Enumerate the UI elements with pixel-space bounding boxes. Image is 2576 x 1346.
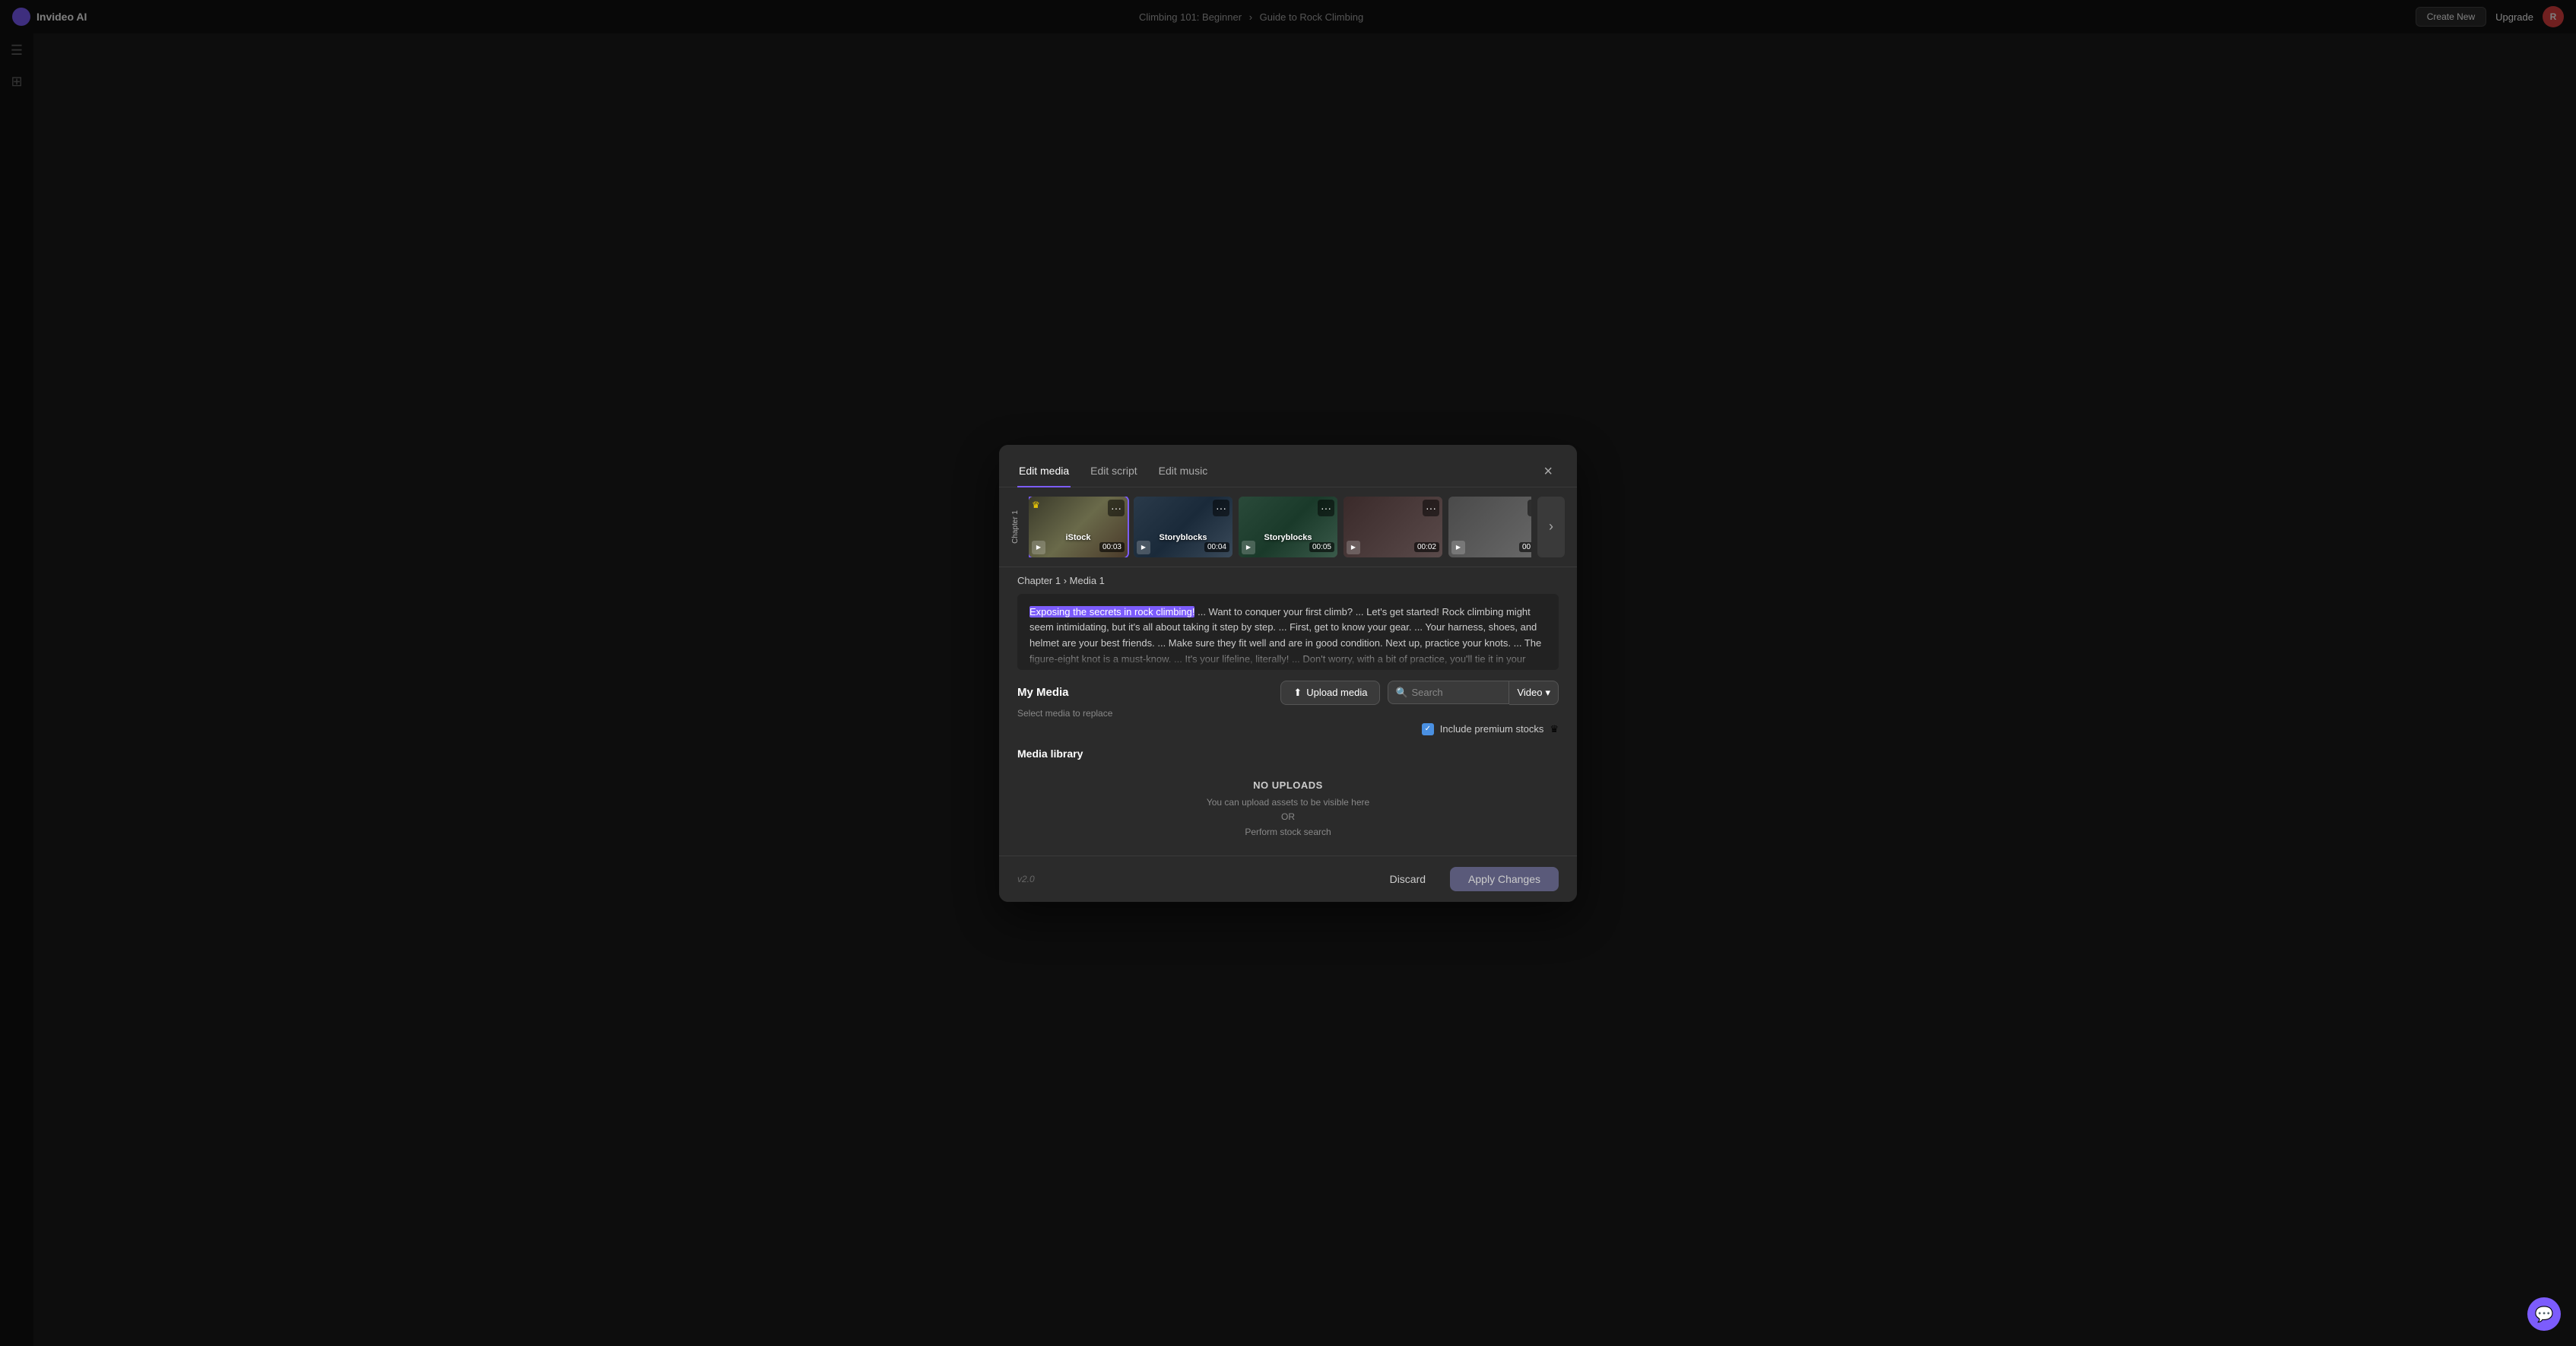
video-duration-3: 00:05 — [1309, 542, 1334, 552]
play-btn-3[interactable]: ▶ — [1242, 541, 1255, 554]
video-bottom-5: ▶ 00:03 — [1451, 541, 1531, 554]
video-thumb-1[interactable]: ♛ ··· iStock ▶ 00:03 — [1029, 497, 1128, 557]
video-thumb-overlay-1: ♛ ··· iStock ▶ 00:03 — [1029, 497, 1128, 557]
apply-changes-button[interactable]: Apply Changes — [1450, 867, 1559, 891]
tab-edit-music[interactable]: Edit music — [1157, 457, 1210, 487]
upload-label: Upload media — [1306, 687, 1367, 698]
chevron-down-icon: ▾ — [1545, 687, 1550, 699]
video-strip: ♛ ··· iStock ▶ 00:03 — [1029, 497, 1531, 557]
video-thumb-overlay-4: ··· ▶ 00:02 — [1344, 497, 1442, 557]
play-btn-5[interactable]: ▶ — [1451, 541, 1465, 554]
media-breadcrumb: Chapter 1 › Media 1 — [999, 567, 1577, 594]
my-media-subtitle: Select media to replace — [999, 708, 1577, 719]
video-bottom-4: ▶ 00:02 — [1347, 541, 1439, 554]
crown-icon-1: ♛ — [1032, 500, 1040, 510]
play-btn-2[interactable]: ▶ — [1137, 541, 1150, 554]
video-duration-2: 00:04 — [1204, 542, 1229, 552]
version-label: v2.0 — [1017, 874, 1035, 884]
upload-icon: ⬆ — [1293, 687, 1302, 699]
media-actions: ⬆ Upload media 🔍 Video ▾ — [1280, 681, 1559, 705]
discard-button[interactable]: Discard — [1375, 867, 1441, 891]
play-btn-1[interactable]: ▶ — [1032, 541, 1045, 554]
modal-close-button[interactable]: × — [1537, 461, 1559, 482]
video-thumb-top-1: ♛ ··· — [1032, 500, 1125, 516]
video-thumb-top-3: ··· — [1242, 500, 1334, 516]
video-duration-1: 00:03 — [1099, 542, 1125, 552]
video-thumb-top-5: ··· — [1451, 500, 1531, 516]
script-fade — [1017, 647, 1559, 670]
video-thumb-top-4: ··· — [1347, 500, 1439, 516]
video-strip-container: Chapter 1 ♛ ··· iStock ▶ 00:03 — [999, 487, 1577, 567]
modal-header: Edit media Edit script Edit music × — [999, 445, 1577, 487]
premium-crown-icon: ♛ — [1550, 723, 1559, 735]
video-more-btn-3[interactable]: ··· — [1318, 500, 1334, 516]
chat-bubble[interactable]: 💬 — [2527, 1297, 2561, 1331]
edit-media-modal: Edit media Edit script Edit music × Chap… — [999, 445, 1577, 902]
no-uploads-sub: You can upload assets to be visible here… — [1207, 795, 1369, 840]
script-highlight: Exposing the secrets in rock climbing! — [1029, 606, 1194, 617]
video-source-1: iStock — [1029, 533, 1128, 542]
media-library-title: Media library — [999, 740, 1577, 764]
video-thumb-3[interactable]: ··· Storyblocks ▶ 00:05 — [1239, 497, 1337, 557]
video-thumb-5[interactable]: ··· ▶ 00:03 — [1448, 497, 1531, 557]
no-uploads-line3: Perform stock search — [1245, 827, 1331, 837]
premium-checkbox[interactable]: ✓ — [1422, 723, 1434, 735]
video-bottom-3: ▶ 00:05 — [1242, 541, 1334, 554]
no-uploads-area: NO UPLOADS You can upload assets to be v… — [999, 764, 1577, 856]
search-type-label: Video — [1517, 687, 1542, 698]
video-thumb-2[interactable]: ··· Storyblocks ▶ 00:04 — [1134, 497, 1232, 557]
video-source-2: Storyblocks — [1134, 533, 1232, 542]
search-type-dropdown[interactable]: Video ▾ — [1509, 681, 1559, 705]
modal-overlay: Edit media Edit script Edit music × Chap… — [0, 0, 2576, 1346]
no-uploads-line2: OR — [1281, 811, 1295, 822]
video-source-3: Storyblocks — [1239, 533, 1337, 542]
video-thumb-top-2: ··· — [1137, 500, 1229, 516]
script-area: Exposing the secrets in rock climbing! .… — [1017, 594, 1559, 670]
modal-footer: v2.0 Discard Apply Changes — [999, 856, 1577, 902]
video-thumb-4[interactable]: ··· ▶ 00:02 — [1344, 497, 1442, 557]
chapter-label: Chapter 1 — [1011, 510, 1020, 544]
play-btn-4[interactable]: ▶ — [1347, 541, 1360, 554]
video-duration-5: 00:03 — [1519, 542, 1531, 552]
premium-row: ✓ Include premium stocks ♛ — [999, 719, 1577, 740]
video-duration-4: 00:02 — [1414, 542, 1439, 552]
my-media-row: My Media ⬆ Upload media 🔍 Video ▾ — [999, 670, 1577, 708]
video-more-btn-5[interactable]: ··· — [1528, 500, 1531, 516]
video-thumb-overlay-3: ··· Storyblocks ▶ 00:05 — [1239, 497, 1337, 557]
tab-edit-script[interactable]: Edit script — [1089, 457, 1138, 487]
video-bottom-1: ▶ 00:03 — [1032, 541, 1125, 554]
video-bottom-2: ▶ 00:04 — [1137, 541, 1229, 554]
my-media-title: My Media — [1017, 686, 1069, 699]
search-icon: 🔍 — [1395, 687, 1407, 699]
tab-edit-media[interactable]: Edit media — [1017, 457, 1071, 487]
upload-media-button[interactable]: ⬆ Upload media — [1280, 681, 1380, 705]
premium-label: Include premium stocks — [1440, 723, 1544, 735]
search-wrap: 🔍 Video ▾ — [1388, 681, 1559, 705]
video-strip-more[interactable]: › — [1537, 497, 1565, 557]
video-more-btn-2[interactable]: ··· — [1213, 500, 1229, 516]
video-more-btn-1[interactable]: ··· — [1108, 500, 1125, 516]
no-uploads-title: NO UPLOADS — [1253, 779, 1323, 791]
video-thumb-overlay-5: ··· ▶ 00:03 — [1448, 497, 1531, 557]
no-uploads-line1: You can upload assets to be visible here — [1207, 797, 1369, 808]
video-thumb-overlay-2: ··· Storyblocks ▶ 00:04 — [1134, 497, 1232, 557]
footer-buttons: Discard Apply Changes — [1375, 867, 1559, 891]
video-more-btn-4[interactable]: ··· — [1423, 500, 1439, 516]
